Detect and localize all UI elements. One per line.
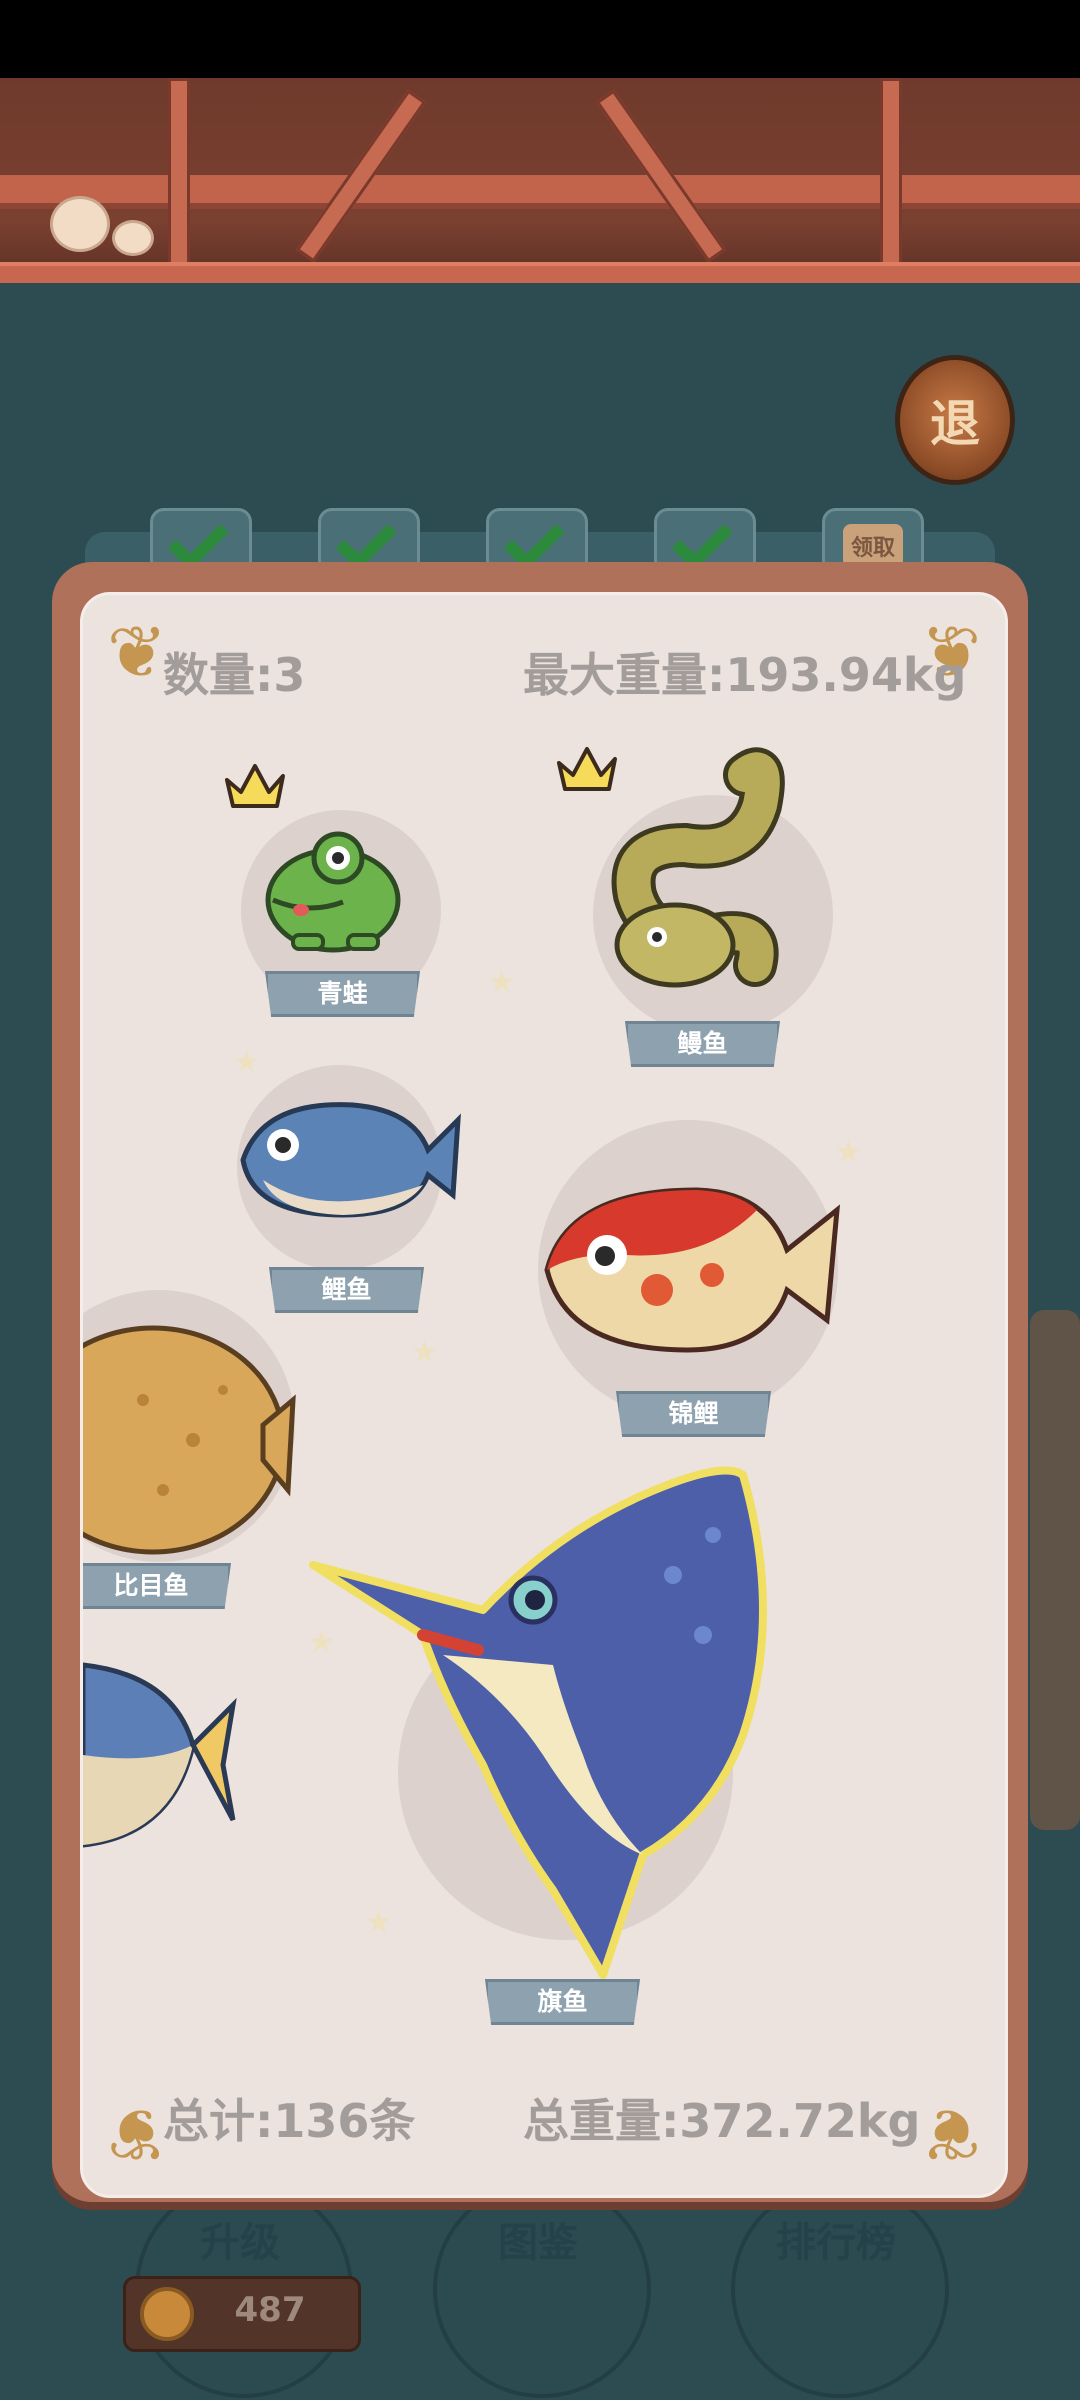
total-weight: 总重量:372.72kg bbox=[523, 2094, 921, 2148]
tuna-icon bbox=[83, 1662, 237, 1848]
leaderboard-label: 排行榜 bbox=[776, 2220, 896, 2266]
koi-icon bbox=[544, 1187, 841, 1353]
coin-icon bbox=[140, 2287, 194, 2341]
fish-label: 鳗鱼 bbox=[625, 1021, 780, 1067]
chick-icon bbox=[112, 220, 154, 256]
collection-panel-content: ❦ ❦ ❦ ❦ 数量:3 最大重量:193.94kg 总计:136条 总重量:3… bbox=[80, 592, 1008, 2198]
star-icon: ★ bbox=[233, 1045, 260, 1080]
roof-beam bbox=[0, 175, 1080, 209]
dock-decoration bbox=[1030, 1310, 1080, 1830]
exit-button[interactable]: 退 bbox=[895, 355, 1015, 485]
fish-label: 鲤鱼 bbox=[269, 1267, 424, 1313]
fish-count: 数量:3 bbox=[163, 648, 306, 702]
frog-icon bbox=[265, 831, 401, 953]
roof-truss bbox=[880, 78, 902, 274]
marlin-icon bbox=[309, 1466, 767, 1979]
crown-icon bbox=[557, 747, 617, 791]
fish-label: 青蛙 bbox=[265, 971, 420, 1017]
flounder-icon bbox=[83, 1325, 296, 1555]
fish-label: 锦鲤 bbox=[616, 1391, 771, 1437]
status-bar bbox=[0, 0, 1080, 78]
currency-value: 487 bbox=[234, 2290, 306, 2330]
carp-icon bbox=[240, 1102, 461, 1218]
chick-icon bbox=[50, 196, 110, 252]
total-count: 总计:136条 bbox=[163, 2094, 416, 2148]
max-weight: 最大重量:193.94kg bbox=[523, 648, 967, 702]
upgrade-label: 升级 bbox=[200, 2220, 280, 2266]
roof-truss bbox=[168, 78, 190, 274]
eel-icon bbox=[611, 747, 785, 988]
crown-icon bbox=[225, 764, 285, 808]
star-icon: ★ bbox=[835, 1135, 862, 1170]
collection-label: 图鉴 bbox=[498, 2220, 578, 2266]
star-icon: ★ bbox=[488, 965, 515, 1000]
star-icon: ★ bbox=[411, 1335, 438, 1370]
fish-label: 比目鱼 bbox=[83, 1563, 231, 1609]
fish-label: 旗鱼 bbox=[485, 1979, 640, 2025]
corner-ornament-icon: ❦ bbox=[920, 2092, 982, 2176]
